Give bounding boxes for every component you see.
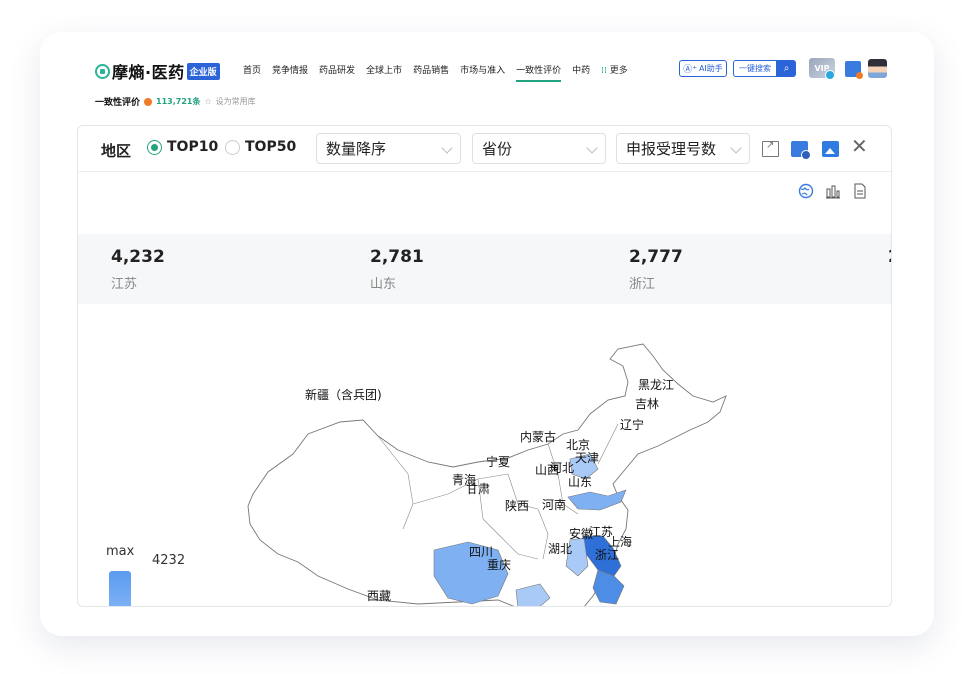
map-label-gansu: 甘肃 bbox=[466, 482, 490, 496]
top-regions-summary: 4,232 江苏 2,781 山东 2,777 浙江 2 bbox=[78, 234, 891, 304]
metric-select-value: 申报受理号数 bbox=[626, 140, 717, 158]
map-label-heilongjiang: 黑龙江 bbox=[638, 378, 674, 392]
nav-item-competition[interactable]: 竞争情报 bbox=[272, 63, 308, 76]
stat-value: 4,232 bbox=[111, 247, 165, 267]
bar-chart-icon[interactable] bbox=[825, 183, 841, 203]
nav-item-global-launch[interactable]: 全球上市 bbox=[366, 63, 402, 76]
set-favorite-link[interactable]: 设为常用库 bbox=[216, 96, 256, 107]
nav-item-more[interactable]: 更多 bbox=[601, 63, 628, 76]
fullscreen-icon[interactable] bbox=[762, 140, 779, 157]
map-label-ningxia: 宁夏 bbox=[486, 454, 510, 469]
map-label-hubei: 湖北 bbox=[548, 541, 572, 556]
radio-checked-icon bbox=[147, 139, 162, 155]
top10-radio[interactable]: TOP10 bbox=[147, 139, 218, 155]
stat-region: 山东 bbox=[370, 277, 397, 292]
table-view-icon[interactable] bbox=[852, 183, 868, 203]
filter-toolbar: 地区 TOP10 TOP50 数量降序 省份 申报受理号数 ↗ ✕ bbox=[78, 126, 891, 172]
export-image-icon[interactable] bbox=[822, 141, 839, 157]
nav-item-consistency[interactable]: 一致性评价 bbox=[516, 63, 562, 82]
brand-name: 摩熵·医药 bbox=[112, 63, 185, 82]
nav-item-sales[interactable]: 药品销售 bbox=[413, 63, 449, 76]
star-icon[interactable]: ☆ bbox=[204, 97, 211, 106]
export-excel-icon[interactable] bbox=[791, 141, 811, 160]
nav-item-tcm[interactable]: 中药 bbox=[572, 63, 590, 76]
map-label-beijing: 北京 bbox=[566, 438, 590, 452]
map-label-tianjin: 天津 bbox=[575, 451, 599, 465]
map-label-anhui: 安徽 bbox=[569, 526, 593, 541]
map-label-henan: 河南 bbox=[542, 497, 566, 512]
province-select[interactable]: 省份 bbox=[472, 133, 606, 164]
app-window: 摩熵·医药 企业版 首页 竞争情报 药品研发 全球上市 药品销售 市场与准入 一… bbox=[40, 32, 934, 636]
legend-max-label: max bbox=[106, 544, 135, 559]
metric-select[interactable]: 申报受理号数 bbox=[616, 133, 750, 164]
ai-assistant-button[interactable]: Ⓐ⁺ AI助手 bbox=[679, 60, 727, 77]
map-label-chongqing: 重庆 bbox=[487, 558, 511, 572]
info-icon bbox=[144, 97, 153, 106]
map-label-xinjiang: 新疆（含兵团) bbox=[305, 387, 382, 402]
dimension-label: 地区 bbox=[101, 142, 132, 160]
region-analysis-panel: 地区 TOP10 TOP50 数量降序 省份 申报受理号数 ↗ ✕ 4,232 … bbox=[77, 125, 892, 607]
breadcrumb: 一致性评价 113,721条 ☆ 设为常用库 bbox=[95, 95, 256, 108]
province-select-value: 省份 bbox=[482, 140, 513, 158]
top10-label: TOP10 bbox=[167, 139, 219, 155]
stat-item: 2,777 浙江 bbox=[629, 247, 683, 292]
stat-value: 2,777 bbox=[629, 247, 683, 267]
top50-label: TOP50 bbox=[245, 139, 297, 155]
legend-max-value: 4232 bbox=[152, 553, 186, 568]
verified-check-icon bbox=[825, 70, 835, 80]
main-nav: 首页 竞争情报 药品研发 全球上市 药品销售 市场与准入 一致性评价 中药 更多 bbox=[243, 63, 628, 82]
stat-region: 江苏 bbox=[111, 277, 138, 292]
record-count: 113,721条 bbox=[156, 97, 201, 106]
ai-icon: Ⓐ⁺ bbox=[683, 65, 697, 75]
chevron-down-icon bbox=[441, 142, 453, 154]
map-label-shanghai: 上海 bbox=[608, 534, 632, 549]
nav-item-rnd[interactable]: 药品研发 bbox=[319, 63, 355, 76]
sort-select-value: 数量降序 bbox=[326, 140, 387, 158]
database-title: 一致性评价 bbox=[95, 98, 141, 108]
stat-item: 2,781 山东 bbox=[370, 247, 424, 292]
close-icon[interactable]: ✕ bbox=[851, 134, 868, 158]
avatar[interactable] bbox=[868, 59, 887, 78]
quick-search-button[interactable]: 一键搜索 bbox=[733, 60, 777, 77]
search-icon[interactable]: ⌕ bbox=[777, 60, 796, 77]
chevron-down-icon bbox=[586, 142, 598, 154]
map-label-shandong: 山东 bbox=[568, 475, 592, 489]
sort-select[interactable]: 数量降序 bbox=[316, 133, 461, 164]
map-label-liaoning: 辽宁 bbox=[620, 417, 644, 432]
radio-unchecked-icon bbox=[225, 139, 240, 155]
top-navigation-bar: 摩熵·医药 企业版 首页 竞争情报 药品研发 全球上市 药品销售 市场与准入 一… bbox=[40, 32, 934, 90]
edition-badge: 企业版 bbox=[186, 62, 220, 80]
map-label-shaanxi: 陕西 bbox=[505, 498, 529, 513]
map-label-tibet: 西藏 bbox=[367, 589, 391, 603]
stat-value: 2,781 bbox=[370, 247, 424, 267]
map-label-jilin: 吉林 bbox=[635, 397, 659, 411]
top50-radio[interactable]: TOP50 bbox=[225, 139, 296, 155]
legend-color-bar[interactable] bbox=[109, 571, 131, 606]
map-label-shanxi: 山西 bbox=[535, 463, 559, 477]
nav-item-market-access[interactable]: 市场与准入 bbox=[460, 63, 505, 76]
stat-region: 浙江 bbox=[629, 277, 656, 292]
china-province-map[interactable]: 新疆（含兵团) 西藏 黑龙江 吉林 辽宁 内蒙古 北京 天津 河北 宁夏 山西 … bbox=[78, 304, 891, 606]
province-zhejiang[interactable] bbox=[592, 569, 625, 605]
stat-item-truncated: 2 bbox=[888, 247, 891, 267]
map-label-inner-mongolia: 内蒙古 bbox=[520, 429, 556, 444]
stat-item: 4,232 江苏 bbox=[111, 247, 165, 292]
notes-icon[interactable] bbox=[845, 61, 863, 79]
nav-item-home[interactable]: 首页 bbox=[243, 63, 261, 76]
map-label-zhejiang: 浙江 bbox=[595, 548, 619, 562]
chevron-down-icon bbox=[730, 142, 742, 154]
ai-assistant-label: AI助手 bbox=[698, 64, 723, 73]
map-label-sichuan: 四川 bbox=[469, 545, 493, 559]
map-view-icon[interactable] bbox=[798, 183, 814, 203]
logo-icon bbox=[95, 63, 110, 79]
brand-logo[interactable]: 摩熵·医药 企业版 bbox=[95, 59, 220, 83]
